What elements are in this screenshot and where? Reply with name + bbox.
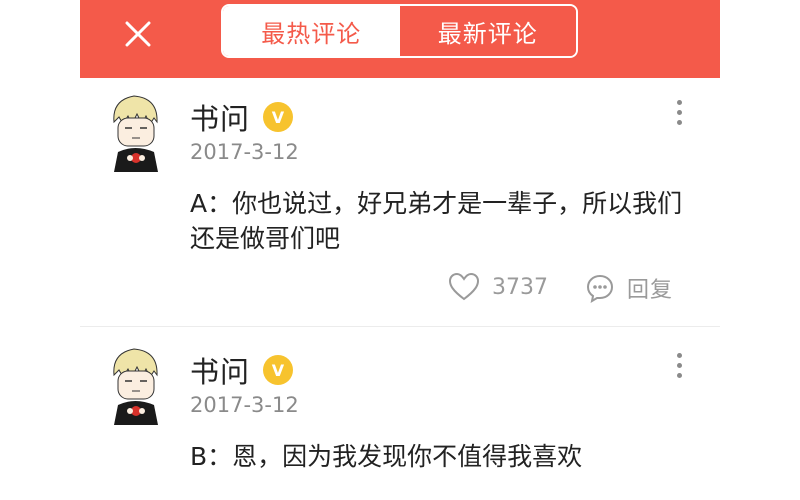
verified-badge-icon: V [263, 355, 293, 385]
more-options-button[interactable] [672, 351, 686, 385]
dot-icon [676, 110, 682, 115]
dot-icon [676, 373, 682, 378]
reply-label: 回复 [627, 278, 674, 303]
comment-date: 2017-3-12 [190, 140, 299, 164]
more-options-button[interactable] [672, 98, 686, 132]
dot-icon [676, 100, 682, 105]
dot-icon [676, 363, 682, 368]
comment-text: B：恩，因为我发现你不值得我喜欢 [190, 442, 583, 471]
comments-panel: 最热评论 最新评论 书问 V 2017-3-12 A：你也说过，好兄弟才是一辈子… [80, 0, 720, 500]
dot-icon [676, 353, 682, 358]
avatar[interactable] [104, 345, 166, 425]
tab-hot-comments[interactable]: 最热评论 [223, 6, 400, 56]
comment-bubble-icon [586, 274, 614, 303]
page-margin-left [0, 0, 80, 500]
like-button[interactable]: 3737 [448, 272, 548, 302]
like-count: 3737 [492, 274, 548, 300]
comment-actions: 3737 回复 [80, 272, 720, 312]
comments-header: 最热评论 最新评论 [80, 0, 720, 78]
reply-button[interactable]: 回复 [585, 272, 673, 304]
avatar[interactable] [104, 92, 166, 172]
page-margin-right [720, 0, 800, 500]
close-icon [125, 21, 151, 47]
dot-icon [676, 120, 682, 125]
heart-icon [448, 272, 480, 301]
comment-sort-tabs: 最热评论 最新评论 [221, 4, 578, 58]
verified-badge-icon: V [263, 102, 293, 132]
comment-text: A：你也说过，好兄弟才是一辈子，所以我们还是做哥们吧 [190, 189, 683, 253]
author-name[interactable]: 书问 [190, 96, 250, 138]
close-button[interactable] [116, 14, 160, 54]
author-name[interactable]: 书问 [190, 349, 250, 391]
comment-date: 2017-3-12 [190, 393, 299, 417]
comment-divider [80, 326, 720, 327]
tab-latest-comments[interactable]: 最新评论 [399, 6, 576, 56]
